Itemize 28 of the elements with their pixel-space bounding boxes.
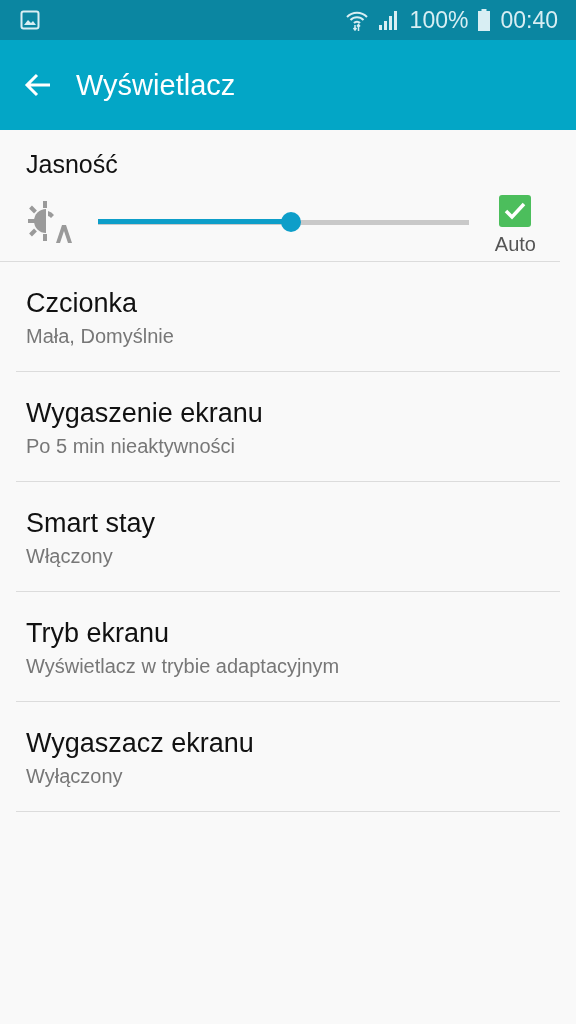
battery-icon <box>478 9 491 31</box>
section-title: Jasność <box>26 150 119 179</box>
settings-item[interactable]: Wygaszenie ekranu Po 5 min nieaktywności <box>16 372 560 482</box>
gallery-icon <box>20 10 40 30</box>
wifi-icon <box>345 9 368 31</box>
setting-value: Wyświetlacz w trybie adaptacyjnym <box>26 655 340 678</box>
auto-label: Auto <box>494 233 536 256</box>
auto-brightness-icon <box>26 200 72 243</box>
setting-title: Wygaszenie ekranu <box>26 398 263 429</box>
back-button[interactable] <box>24 73 52 97</box>
setting-value: Wyłączony <box>26 765 123 788</box>
auto-checkbox[interactable] <box>499 195 532 227</box>
setting-value: Po 5 min nieaktywności <box>26 435 235 458</box>
settings-item[interactable]: Smart stay Włączony <box>16 482 560 592</box>
settings-item[interactable]: Czcionka Mała, Domyślnie <box>16 262 560 372</box>
setting-value: Mała, Domyślnie <box>26 325 174 348</box>
setting-title: Smart stay <box>26 508 156 539</box>
screen-title: Wyświetlacz <box>76 68 236 102</box>
setting-title: Tryb ekranu <box>26 618 170 649</box>
clock: 00:40 <box>500 6 558 34</box>
slider-thumb[interactable] <box>280 211 301 232</box>
battery-percent: 100% <box>409 6 469 34</box>
settings-item[interactable]: Wygaszacz ekranu Wyłączony <box>16 702 560 812</box>
setting-title: Wygaszacz ekranu <box>26 728 254 759</box>
setting-value: Włączony <box>26 545 113 568</box>
setting-title: Czcionka <box>26 288 138 319</box>
settings-item[interactable]: Tryb ekranu Wyświetlacz w trybie adaptacyjnym <box>16 592 560 702</box>
signal-icon <box>377 10 400 30</box>
